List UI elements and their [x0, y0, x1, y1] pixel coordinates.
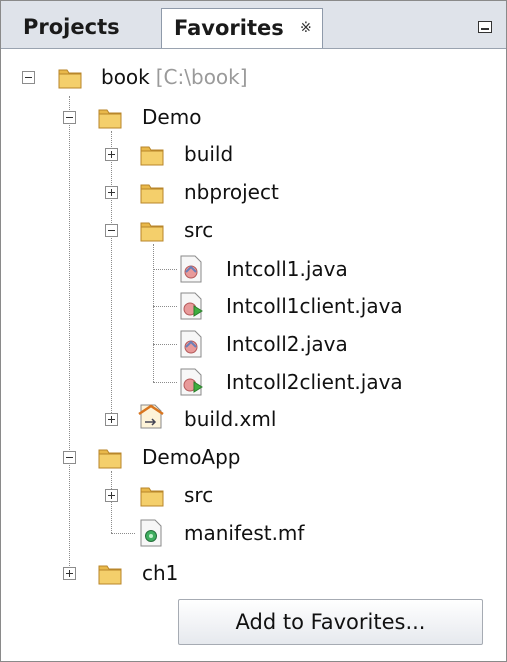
tree-connector: [153, 306, 177, 307]
tree-node-label: build: [184, 142, 234, 166]
tree-node-label: src: [184, 218, 214, 242]
expand-icon[interactable]: [105, 148, 118, 161]
tree-node-label: Intcoll1.java: [226, 257, 348, 281]
tree-connector: [153, 344, 177, 345]
close-tab-icon[interactable]: ※: [300, 9, 312, 47]
java-main-class-icon: [180, 368, 203, 396]
collapse-icon[interactable]: [63, 451, 76, 464]
manifest-file-icon: [140, 519, 162, 547]
tree-node-label: Demo: [142, 105, 202, 129]
tree-node-src[interactable]: src: [184, 477, 213, 513]
minimize-window-button[interactable]: [478, 21, 492, 33]
folder-icon: [140, 222, 164, 242]
folder-icon: [58, 69, 82, 89]
tree-node-build[interactable]: build: [184, 136, 233, 172]
tree-node-intcoll1client-java[interactable]: Intcoll1client.java: [226, 288, 403, 324]
folder-icon: [98, 449, 122, 469]
tree-node-label: build.xml: [184, 407, 277, 431]
tree-node-label: Intcoll2.java: [226, 332, 348, 356]
folder-icon: [140, 487, 164, 507]
tab-projects[interactable]: Projects: [9, 8, 159, 48]
tree-node-book[interactable]: book [C:\book]: [101, 59, 248, 95]
folder-icon: [140, 184, 164, 204]
tree-connector: [153, 269, 177, 270]
tree-node-label: ch1: [142, 561, 179, 585]
tree-connector: [153, 382, 177, 383]
tab-bar: Projects Favorites ※: [1, 1, 506, 49]
tree-node-demoapp[interactable]: DemoApp: [142, 439, 241, 475]
tree-node-label: DemoApp: [142, 445, 241, 469]
expand-icon[interactable]: [105, 489, 118, 502]
tree-node-demo[interactable]: Demo: [142, 99, 201, 135]
tree-node-build-xml[interactable]: build.xml: [184, 401, 276, 437]
java-main-class-icon: [180, 292, 203, 320]
java-class-icon: [180, 330, 202, 358]
tree-node-intcoll2client-java[interactable]: Intcoll2client.java: [226, 364, 403, 400]
tree-connector: [111, 471, 112, 533]
tree-node-nbproject[interactable]: nbproject: [184, 174, 279, 210]
tab-projects-label: Projects: [23, 15, 120, 39]
favorites-panel: Projects Favorites ※ book [C:\book] Demo…: [0, 0, 507, 662]
add-to-favorites-button[interactable]: Add to Favorites...: [178, 599, 483, 645]
tree-node-intcoll2-java[interactable]: Intcoll2.java: [226, 326, 348, 362]
tree-node-label: src: [184, 483, 214, 507]
tree-connector: [153, 244, 154, 382]
tree-node-intcoll1-java[interactable]: Intcoll1.java: [226, 251, 348, 287]
folder-icon: [98, 109, 122, 129]
tab-favorites-label: Favorites: [174, 16, 284, 40]
folder-icon: [98, 565, 122, 585]
tree-connector: [111, 533, 135, 534]
tree-node-label: nbproject: [184, 180, 279, 204]
tree-node-ch1[interactable]: ch1: [142, 555, 178, 591]
expand-icon[interactable]: [105, 413, 118, 426]
tree-node-path-hint: [C:\book]: [155, 65, 248, 89]
tree-node-manifest-mf[interactable]: manifest.mf: [184, 515, 304, 551]
tree-node-label: book: [101, 65, 150, 89]
tree-node-label: manifest.mf: [184, 521, 305, 545]
folder-icon: [140, 146, 164, 166]
expand-icon[interactable]: [63, 567, 76, 580]
expand-icon[interactable]: [105, 186, 118, 199]
add-to-favorites-label: Add to Favorites...: [235, 610, 426, 634]
java-class-icon: [180, 255, 202, 283]
collapse-icon[interactable]: [22, 71, 35, 84]
ant-script-icon: [138, 404, 164, 429]
tree-connector: [69, 96, 70, 570]
tree-node-src[interactable]: src: [184, 212, 213, 248]
tree-node-label: Intcoll1client.java: [226, 294, 403, 318]
tree-connector: [111, 131, 112, 419]
collapse-icon[interactable]: [105, 224, 118, 237]
tab-favorites[interactable]: Favorites ※: [161, 8, 323, 48]
collapse-icon[interactable]: [63, 111, 76, 124]
tree-node-label: Intcoll2client.java: [226, 370, 403, 394]
